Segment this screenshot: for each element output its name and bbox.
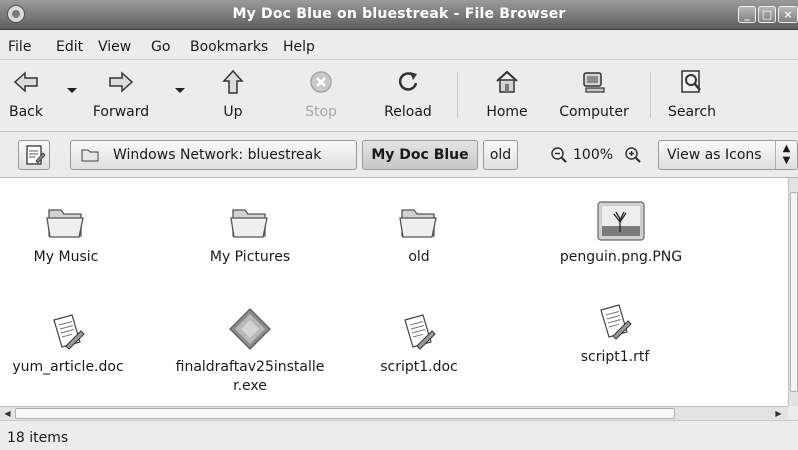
menu-help[interactable]: Help bbox=[283, 39, 315, 55]
view-mode-select[interactable]: View as Icons ▲ ▼ bbox=[658, 140, 798, 170]
toolbar-separator bbox=[650, 72, 651, 118]
menu-bookmarks[interactable]: Bookmarks bbox=[190, 39, 268, 55]
forward-button[interactable]: Forward bbox=[82, 68, 160, 126]
up-label: Up bbox=[223, 104, 243, 120]
file-item[interactable]: penguin.png.PNG bbox=[546, 200, 696, 267]
menu-edit[interactable]: Edit bbox=[56, 39, 83, 55]
location-bar: Windows Network: bluestreak My Doc Blue … bbox=[0, 132, 798, 178]
status-bar: 18 items bbox=[0, 420, 798, 450]
zoom-level[interactable]: 100% bbox=[573, 147, 613, 163]
computer-label: Computer bbox=[559, 104, 629, 120]
icon-view[interactable]: My Music My Pictures old penguin.png.PNG… bbox=[0, 178, 788, 406]
window-title: My Doc Blue on bluestreak - File Browser bbox=[232, 6, 566, 22]
search-label: Search bbox=[667, 104, 717, 120]
reload-icon bbox=[398, 72, 418, 91]
scroll-left-icon[interactable]: ◀ bbox=[1, 408, 14, 419]
home-button[interactable]: Home bbox=[480, 68, 534, 126]
back-arrow-icon bbox=[13, 71, 38, 93]
file-name: penguin.png.PNG bbox=[559, 249, 683, 265]
document-icon bbox=[600, 304, 632, 340]
horizontal-scrollbar-thumb[interactable] bbox=[15, 408, 675, 419]
file-item[interactable]: finaldraftav25installe r.exe bbox=[162, 306, 338, 396]
title-bar[interactable]: My Doc Blue on bluestreak - File Browser… bbox=[0, 0, 798, 30]
menu-view[interactable]: View bbox=[98, 39, 131, 55]
up-arrow-icon bbox=[222, 69, 244, 94]
maximize-button[interactable]: □ bbox=[758, 6, 776, 23]
breadcrumb-windows-network[interactable]: Windows Network: bluestreak bbox=[70, 140, 357, 170]
forward-history-dropdown[interactable] bbox=[175, 88, 185, 93]
back-button[interactable]: Back bbox=[3, 68, 49, 126]
file-name: script1.doc bbox=[380, 359, 458, 375]
search-button[interactable]: Search bbox=[664, 68, 720, 126]
status-item-count: 18 items bbox=[7, 430, 69, 446]
toolbar-separator bbox=[457, 72, 458, 118]
computer-button[interactable]: Computer bbox=[554, 68, 634, 126]
text-entry-icon bbox=[26, 145, 46, 165]
vertical-scrollbar-thumb[interactable] bbox=[790, 192, 798, 392]
home-label: Home bbox=[486, 104, 528, 120]
breadcrumb-my-doc-blue[interactable]: My Doc Blue bbox=[362, 140, 478, 170]
stop-label: Stop bbox=[305, 104, 337, 120]
document-icon bbox=[53, 314, 85, 350]
executable-icon bbox=[229, 308, 271, 350]
home-icon bbox=[496, 70, 518, 93]
file-name: finaldraftav25installe bbox=[175, 359, 325, 375]
folder-icon bbox=[230, 209, 268, 238]
zoom-in-icon[interactable] bbox=[624, 146, 642, 164]
view-mode-value: View as Icons bbox=[667, 147, 762, 163]
breadcrumb-old[interactable]: old bbox=[483, 140, 518, 170]
horizontal-scrollbar[interactable]: ◀ ▶ bbox=[0, 406, 788, 420]
breadcrumb-old-label: old bbox=[489, 147, 512, 163]
network-folder-icon bbox=[81, 149, 99, 162]
toggle-location-entry-button[interactable] bbox=[18, 140, 50, 170]
scroll-right-icon[interactable]: ▶ bbox=[772, 408, 785, 419]
file-name: My Pictures bbox=[209, 249, 291, 265]
file-browser-window: My Doc Blue on bluestreak - File Browser… bbox=[0, 0, 798, 450]
file-item[interactable]: script1.rtf bbox=[560, 302, 670, 367]
menu-file[interactable]: File bbox=[8, 39, 31, 55]
search-icon bbox=[681, 70, 701, 93]
breadcrumb-my-doc-blue-label: My Doc Blue bbox=[371, 147, 469, 163]
minimize-button[interactable]: _ bbox=[738, 6, 756, 23]
back-history-dropdown[interactable] bbox=[67, 88, 77, 93]
file-item[interactable]: old bbox=[354, 202, 484, 267]
close-button[interactable]: × bbox=[778, 6, 798, 23]
up-button[interactable]: Up bbox=[210, 68, 256, 126]
toolbar: Back Forward Up Stop Reload Home Compute… bbox=[0, 60, 798, 132]
document-icon bbox=[404, 314, 436, 350]
stop-button[interactable]: Stop bbox=[298, 68, 344, 126]
stop-icon bbox=[310, 71, 332, 93]
file-item[interactable]: script1.doc bbox=[364, 312, 474, 377]
file-item[interactable]: My Music bbox=[0, 202, 132, 267]
file-item[interactable]: yum_article.doc bbox=[4, 312, 132, 377]
file-name: old bbox=[408, 249, 430, 265]
file-name-continued: r.exe bbox=[233, 378, 267, 394]
file-item[interactable]: My Pictures bbox=[180, 202, 320, 267]
file-name: My Music bbox=[33, 249, 99, 265]
image-thumbnail-icon bbox=[597, 201, 645, 241]
reload-button[interactable]: Reload bbox=[378, 68, 438, 126]
file-name: yum_article.doc bbox=[12, 359, 124, 375]
reload-label: Reload bbox=[384, 104, 432, 120]
breadcrumb-windows-network-label: Windows Network: bluestreak bbox=[113, 147, 322, 163]
folder-icon bbox=[399, 209, 437, 238]
back-label: Back bbox=[9, 104, 43, 120]
zoom-out-icon[interactable] bbox=[550, 146, 568, 164]
file-name: script1.rtf bbox=[580, 349, 650, 365]
menu-go[interactable]: Go bbox=[151, 39, 170, 55]
vertical-scrollbar[interactable] bbox=[788, 178, 798, 406]
forward-arrow-icon bbox=[109, 71, 134, 93]
computer-icon bbox=[583, 72, 605, 93]
forward-label: Forward bbox=[92, 104, 150, 120]
menu-bar: File Edit View Go Bookmarks Help bbox=[0, 30, 798, 60]
folder-icon bbox=[46, 209, 84, 238]
view-mode-spinner-icon: ▲ ▼ bbox=[775, 141, 797, 169]
